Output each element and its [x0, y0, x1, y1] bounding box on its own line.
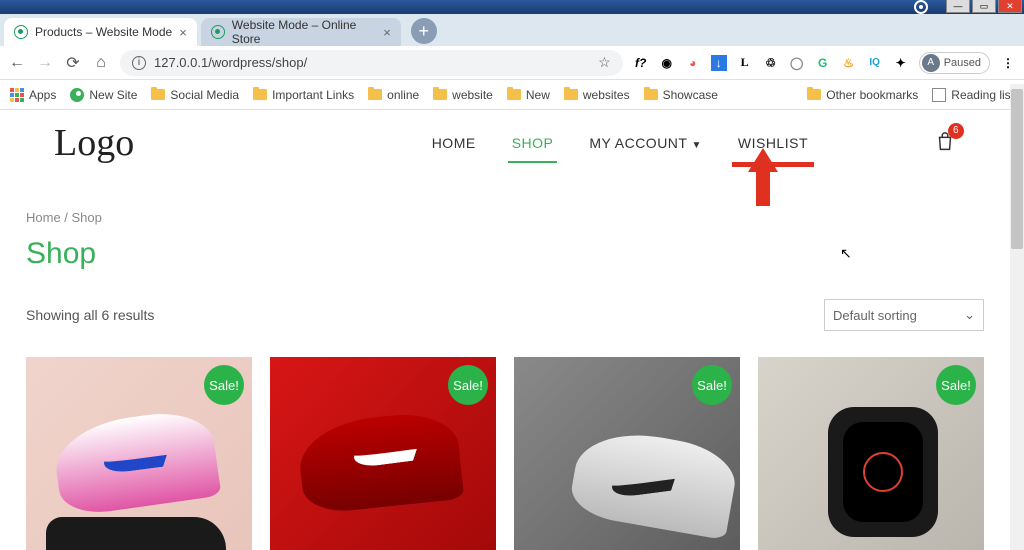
- product-grid: Sale! Sale! Sale! Sale!: [0, 357, 1010, 550]
- ext-f-icon[interactable]: f?: [633, 55, 649, 71]
- sale-badge: Sale!: [936, 365, 976, 405]
- product-card[interactable]: Sale!: [26, 357, 252, 550]
- site-header: Logo HOME SHOP MY ACCOUNT▼ WISHLIST 6: [0, 110, 1010, 170]
- sale-badge: Sale!: [204, 365, 244, 405]
- folder-icon: [433, 89, 447, 100]
- star-icon[interactable]: ☆: [598, 54, 611, 71]
- folder-icon: [807, 89, 821, 100]
- nav-account[interactable]: MY ACCOUNT▼: [589, 129, 702, 157]
- extensions-icon[interactable]: ✦: [893, 55, 909, 71]
- minimize-button[interactable]: —: [946, 0, 970, 13]
- folder-icon: [507, 89, 521, 100]
- ext-g-icon[interactable]: G: [815, 55, 831, 71]
- tab-title: Website Mode – Online Store: [232, 18, 376, 46]
- bookmark-folder[interactable]: websites: [564, 88, 630, 102]
- site-info-icon[interactable]: i: [132, 56, 146, 70]
- folder-icon: [151, 89, 165, 100]
- bookmark-folder[interactable]: online: [368, 88, 419, 102]
- close-window-button[interactable]: ✕: [998, 0, 1022, 13]
- tab-strip: Products – Website Mode × Website Mode –…: [0, 14, 1024, 46]
- sort-select[interactable]: Default sorting ⌄: [824, 299, 984, 331]
- result-count: Showing all 6 results: [26, 307, 154, 323]
- annotation-arrow: [748, 148, 778, 204]
- ext-circle-icon[interactable]: ◯: [789, 55, 805, 71]
- fire-icon[interactable]: ♨: [841, 55, 857, 71]
- profile-chip[interactable]: A Paused: [919, 52, 990, 74]
- folder-icon: [564, 89, 578, 100]
- sale-badge: Sale!: [448, 365, 488, 405]
- cart-count-badge: 6: [948, 123, 964, 139]
- ext-iq-icon[interactable]: IQ: [867, 55, 883, 71]
- avatar-icon: A: [922, 54, 940, 72]
- reading-list-button[interactable]: Reading list: [932, 88, 1014, 102]
- camera-icon[interactable]: ◉: [659, 55, 675, 71]
- bookmark-folder[interactable]: Important Links: [253, 88, 354, 102]
- window-controls: — ▭ ✕: [946, 0, 1022, 13]
- extensions: f? ◉ ◕ ↓ L ♲ ◯ G ♨ IQ ✦ A Paused ⋮: [633, 52, 1016, 74]
- home-button[interactable]: ⌂: [92, 54, 110, 72]
- scrollbar-thumb[interactable]: [1011, 89, 1023, 249]
- bookmark-folder[interactable]: New: [507, 88, 550, 102]
- breadcrumb[interactable]: Home / Shop: [0, 210, 1010, 225]
- page-title: Shop: [0, 237, 1010, 271]
- primary-nav: HOME SHOP MY ACCOUNT▼ WISHLIST 6: [432, 129, 956, 157]
- chevron-down-icon: ⌄: [964, 307, 975, 323]
- site-logo[interactable]: Logo: [54, 121, 134, 165]
- forward-button[interactable]: →: [36, 54, 54, 72]
- address-actions: ☆: [598, 54, 611, 71]
- ext-color-icon[interactable]: ◕: [685, 55, 701, 71]
- bookmark-folder[interactable]: website: [433, 88, 493, 102]
- close-tab-icon[interactable]: ×: [179, 25, 187, 40]
- scrollbar[interactable]: [1010, 84, 1024, 550]
- ext-l-icon[interactable]: L: [737, 55, 753, 71]
- url-text: 127.0.0.1/wordpress/shop/: [154, 55, 307, 70]
- browser-tab[interactable]: Website Mode – Online Store ×: [201, 18, 401, 46]
- product-image: [828, 407, 938, 537]
- page-viewport: Logo HOME SHOP MY ACCOUNT▼ WISHLIST 6 Ho…: [0, 110, 1010, 550]
- folder-icon: [368, 89, 382, 100]
- address-bar[interactable]: i 127.0.0.1/wordpress/shop/ ☆: [120, 50, 623, 76]
- chevron-down-icon: ▼: [691, 140, 701, 151]
- tab-title: Products – Website Mode: [35, 25, 172, 39]
- record-icon[interactable]: [914, 0, 928, 14]
- folder-icon: [253, 89, 267, 100]
- reload-button[interactable]: ⟳: [64, 53, 82, 73]
- apps-button[interactable]: Apps: [10, 88, 56, 102]
- browser-tab-active[interactable]: Products – Website Mode ×: [4, 18, 197, 46]
- cursor-icon: ↖: [840, 245, 852, 262]
- close-tab-icon[interactable]: ×: [383, 25, 391, 40]
- favicon-icon: [211, 25, 225, 39]
- bookmarks-bar: Apps New Site Social Media Important Lin…: [0, 80, 1024, 110]
- menu-icon[interactable]: ⋮: [1000, 55, 1016, 71]
- bookmark-newsite[interactable]: New Site: [70, 88, 137, 102]
- product-card[interactable]: Sale!: [270, 357, 496, 550]
- bookmark-folder[interactable]: Social Media: [151, 88, 239, 102]
- product-card[interactable]: Sale!: [758, 357, 984, 550]
- sort-label: Default sorting: [833, 308, 917, 323]
- ext-download-icon[interactable]: ↓: [711, 55, 727, 71]
- nav-shop[interactable]: SHOP: [512, 129, 554, 157]
- other-bookmarks[interactable]: Other bookmarks: [807, 88, 918, 102]
- recycle-icon[interactable]: ♲: [763, 55, 779, 71]
- favicon-icon: [14, 25, 28, 39]
- bookmark-folder[interactable]: Showcase: [644, 88, 718, 102]
- cart-button[interactable]: 6: [934, 131, 956, 156]
- sale-badge: Sale!: [692, 365, 732, 405]
- folder-icon: [644, 89, 658, 100]
- apps-icon: [10, 88, 24, 102]
- new-tab-button[interactable]: +: [411, 18, 437, 44]
- site-icon: [70, 88, 84, 102]
- profile-status: Paused: [944, 57, 981, 69]
- product-card[interactable]: Sale!: [514, 357, 740, 550]
- maximize-button[interactable]: ▭: [972, 0, 996, 13]
- toolbar: ← → ⟳ ⌂ i 127.0.0.1/wordpress/shop/ ☆ f?…: [0, 46, 1024, 80]
- back-button[interactable]: ←: [8, 54, 26, 72]
- window-titlebar: — ▭ ✕: [0, 0, 1024, 14]
- catalog-meta: Showing all 6 results Default sorting ⌄: [0, 299, 1010, 331]
- nav-home[interactable]: HOME: [432, 129, 476, 157]
